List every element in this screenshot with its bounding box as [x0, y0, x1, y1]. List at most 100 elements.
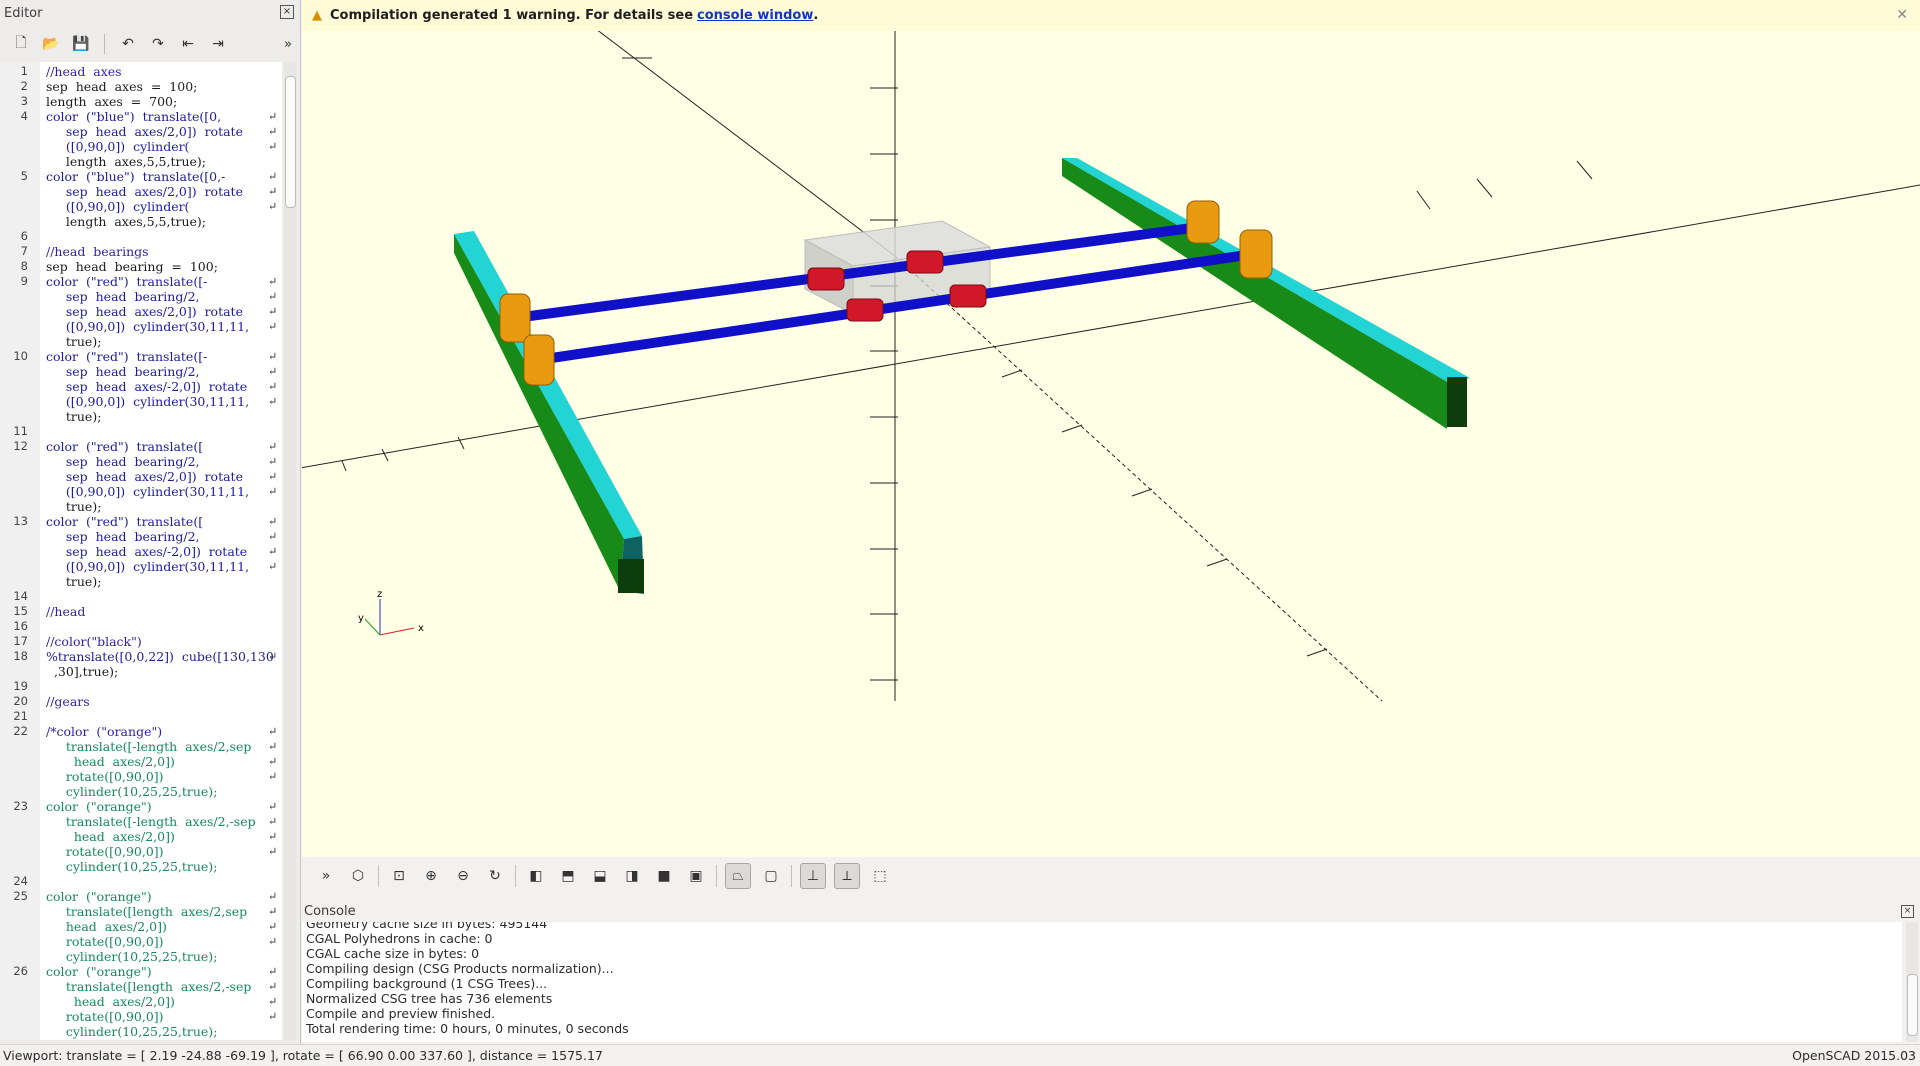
code-line[interactable]: 11 [0, 424, 282, 439]
code-line[interactable]: sep head bearing/2, ↵ [0, 289, 282, 304]
render-icon[interactable]: ⬡ [346, 864, 370, 888]
code-line[interactable]: sep head axes/-2,0]) rotate ↵ [0, 379, 282, 394]
console-scrollbar[interactable] [1906, 922, 1918, 1042]
code-line[interactable]: rotate([0,90,0]) ↵ [0, 769, 282, 784]
view-front-icon[interactable]: ■ [652, 864, 676, 888]
show-edges-icon[interactable]: ⬚ [868, 864, 892, 888]
code-line[interactable]: 21 [0, 709, 282, 724]
show-scale-icon[interactable]: ⟂ [834, 863, 860, 889]
code-line[interactable]: sep head axes/2,0]) rotate ↵ [0, 469, 282, 484]
code-line[interactable]: cylinder(10,25,25,true); [0, 949, 282, 964]
code-line[interactable]: head axes/2,0]) ↵ [0, 754, 282, 769]
code-line[interactable]: head axes/2,0]) ↵ [0, 994, 282, 1009]
code-line[interactable]: 7 //head bearings [0, 244, 282, 259]
unindent-icon[interactable]: ⇤ [177, 33, 199, 55]
editor-scrollbar[interactable] [284, 62, 296, 1040]
reset-view-icon[interactable]: ↻ [483, 864, 507, 888]
show-axes-icon[interactable]: ⊥ [800, 863, 826, 889]
code-line[interactable]: true); [0, 334, 282, 349]
code-line[interactable]: 14 [0, 589, 282, 604]
code-line[interactable]: 23 color ("orange") ↵ [0, 799, 282, 814]
new-icon[interactable]: 🗋 [10, 33, 32, 55]
orthogonal-icon[interactable]: ▢ [759, 864, 783, 888]
close-icon[interactable]: × [1901, 905, 1914, 918]
code-line[interactable]: sep head bearing/2, ↵ [0, 364, 282, 379]
code-line[interactable]: cylinder(10,25,25,true); [0, 784, 282, 799]
zoom-in-icon[interactable]: ⊕ [419, 864, 443, 888]
code-line[interactable]: 5 color ("blue") translate([0,- ↵ [0, 169, 282, 184]
code-line[interactable]: rotate([0,90,0]) ↵ [0, 934, 282, 949]
code-line[interactable]: translate([length axes/2,-sep ↵ [0, 979, 282, 994]
code-line[interactable]: sep head axes/2,0]) rotate ↵ [0, 184, 282, 199]
code-line[interactable]: rotate([0,90,0]) ↵ [0, 1009, 282, 1024]
code-line[interactable]: head axes/2,0]) ↵ [0, 919, 282, 934]
redo-icon[interactable]: ↷ [147, 33, 169, 55]
code-line[interactable]: sep head bearing/2, ↵ [0, 529, 282, 544]
code-line[interactable]: cylinder(10,25,25,true); [0, 859, 282, 874]
code-line[interactable]: head axes/2,0]) ↵ [0, 829, 282, 844]
code-line[interactable]: 19 [0, 679, 282, 694]
view-bottom-icon[interactable]: ⬓ [588, 864, 612, 888]
toolbar-overflow-button[interactable]: » [284, 37, 292, 52]
code-line[interactable]: translate([length axes/2,sep ↵ [0, 904, 282, 919]
code-line[interactable]: ,30],true); [0, 664, 282, 679]
code-line[interactable]: ([0,90,0]) cylinder(30,11,11, ↵ [0, 559, 282, 574]
code-line[interactable]: cylinder(10,25,25,true); [0, 1024, 282, 1039]
code-line[interactable]: 3 length axes = 700; [0, 94, 282, 109]
undo-icon[interactable]: ↶ [117, 33, 139, 55]
code-line[interactable]: length axes,5,5,true); [0, 154, 282, 169]
code-line[interactable]: true); [0, 499, 282, 514]
code-line[interactable]: ([0,90,0]) cylinder(30,11,11, ↵ [0, 484, 282, 499]
code-line[interactable]: length axes,5,5,true); [0, 214, 282, 229]
code-line[interactable]: 20 //gears [0, 694, 282, 709]
code-editor[interactable]: 1 //head axes 2 sep head axes = 100; 3 length… [0, 62, 282, 1040]
save-icon[interactable]: 💾 [70, 33, 92, 55]
console-window-link[interactable]: console window [697, 8, 813, 23]
code-line[interactable]: rotate([0,90,0]) ↵ [0, 844, 282, 859]
code-line[interactable]: 6 [0, 229, 282, 244]
code-line[interactable]: true); [0, 409, 282, 424]
code-line[interactable]: 22 /*color ("orange") ↵ [0, 724, 282, 739]
console-output[interactable]: Geometry cache size in bytes: 495144 CGA… [302, 922, 1902, 1042]
3d-viewport[interactable]: z x y [302, 31, 1920, 857]
code-line[interactable]: ([0,90,0]) cylinder(30,11,11, ↵ [0, 319, 282, 334]
code-line[interactable]: ([0,90,0]) cylinder(↵ [0, 139, 282, 154]
code-line[interactable]: 17 //color("black") [0, 634, 282, 649]
indent-icon[interactable]: ⇥ [207, 33, 229, 55]
code-line[interactable]: 1 //head axes [0, 64, 282, 79]
code-line[interactable]: translate([-length axes/2,sep ↵ [0, 739, 282, 754]
code-line[interactable]: 12 color ("red") translate([↵ [0, 439, 282, 454]
code-line[interactable]: sep head bearing/2, ↵ [0, 454, 282, 469]
view-right-icon[interactable]: ◧ [524, 864, 548, 888]
code-line[interactable]: sep head axes/2,0]) rotate ↵ [0, 304, 282, 319]
perspective-icon[interactable]: ⏢ [725, 863, 751, 889]
code-line[interactable]: translate([-length axes/2,-sep ↵ [0, 814, 282, 829]
code-line[interactable]: 18 %translate([0,0,22]) cube([130,130 ↵ [0, 649, 282, 664]
console-scrollbar-thumb[interactable] [1907, 974, 1918, 1036]
code-line[interactable]: 24 [0, 874, 282, 889]
code-line[interactable]: 15 //head [0, 604, 282, 619]
view-back-icon[interactable]: ▣ [684, 864, 708, 888]
code-line[interactable]: 13 color ("red") translate([↵ [0, 514, 282, 529]
code-line[interactable]: sep head axes/2,0]) rotate ↵ [0, 124, 282, 139]
code-line[interactable]: ([0,90,0]) cylinder(30,11,11, ↵ [0, 394, 282, 409]
code-line[interactable]: 9 color ("red") translate([- ↵ [0, 274, 282, 289]
code-line[interactable]: 2 sep head axes = 100; [0, 79, 282, 94]
code-line[interactable]: 16 [0, 619, 282, 634]
close-icon[interactable]: ✕ [1896, 7, 1908, 23]
render-preview-icon[interactable]: » [314, 864, 338, 888]
zoom-out-icon[interactable]: ⊖ [451, 864, 475, 888]
code-line[interactable]: 8 sep head bearing = 100; [0, 259, 282, 274]
close-icon[interactable]: × [280, 5, 294, 19]
code-line[interactable]: ([0,90,0]) cylinder(↵ [0, 199, 282, 214]
editor-scrollbar-thumb[interactable] [285, 76, 296, 208]
code-line[interactable]: 26 color ("orange") ↵ [0, 964, 282, 979]
view-left-icon[interactable]: ◨ [620, 864, 644, 888]
code-line[interactable]: 4 color ("blue") translate([0, ↵ [0, 109, 282, 124]
code-line[interactable]: 10 color ("red") translate([- ↵ [0, 349, 282, 364]
code-line[interactable]: true); [0, 574, 282, 589]
code-line[interactable]: sep head axes/-2,0]) rotate ↵ [0, 544, 282, 559]
view-all-icon[interactable]: ⊡ [387, 864, 411, 888]
view-top-icon[interactable]: ⬒ [556, 864, 580, 888]
open-icon[interactable]: 📂 [40, 33, 62, 55]
